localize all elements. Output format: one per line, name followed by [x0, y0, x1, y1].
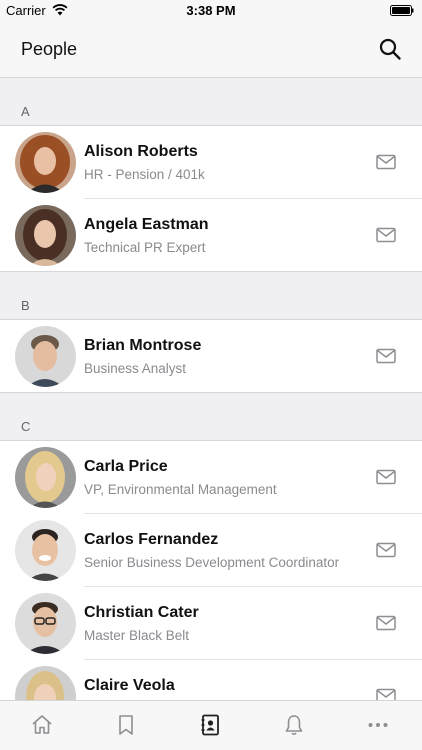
people-list[interactable]: A Alison Roberts HR - Pension / 401k Ang… — [0, 78, 422, 700]
mail-icon[interactable] — [376, 348, 396, 364]
person-name: Carla Price — [84, 458, 168, 475]
avatar — [15, 666, 76, 700]
person-role: HR - Pension / 401k — [84, 167, 205, 182]
mail-icon[interactable] — [376, 154, 396, 170]
person-name: Brian Montrose — [84, 337, 202, 354]
battery-icon — [390, 5, 414, 16]
person-row[interactable]: Christian Cater Master Black Belt — [0, 587, 422, 660]
person-name: Christian Cater — [84, 604, 199, 621]
avatar — [15, 132, 76, 193]
section-letter: A — [21, 104, 31, 119]
tab-contacts[interactable] — [168, 701, 252, 750]
person-role: Business Analyst — [84, 361, 187, 376]
home-icon — [32, 715, 52, 734]
person-name: Claire Veola — [84, 677, 175, 694]
avatar — [15, 447, 76, 508]
more-icon — [368, 723, 388, 727]
avatar — [15, 205, 76, 266]
mail-icon[interactable] — [376, 542, 396, 558]
page-title: People — [21, 39, 78, 59]
bell-icon — [285, 715, 303, 736]
bookmark-icon — [119, 715, 133, 735]
mail-icon[interactable] — [376, 469, 396, 485]
clock: 3:38 PM — [186, 3, 236, 18]
mail-icon[interactable] — [376, 615, 396, 631]
person-row[interactable]: Alison Roberts HR - Pension / 401k — [0, 126, 422, 199]
section-header: C — [0, 393, 422, 441]
person-role: Master Black Belt — [84, 628, 190, 643]
person-row[interactable]: Brian Montrose Business Analyst — [0, 320, 422, 393]
section-letter: C — [21, 419, 31, 434]
avatar — [15, 593, 76, 654]
person-role: VP, Environmental Management — [84, 482, 277, 497]
person-name: Carlos Fernandez — [84, 531, 219, 548]
section-header: B — [0, 272, 422, 320]
person-role: Technical PR Expert — [84, 240, 206, 255]
person-row[interactable]: Angela Eastman Technical PR Expert — [0, 199, 422, 272]
navigation-bar: People — [0, 22, 422, 78]
section-letter: B — [21, 298, 31, 313]
tab-bar — [0, 700, 422, 750]
person-name: Alison Roberts — [84, 143, 198, 160]
tab-more[interactable] — [336, 701, 420, 750]
person-row[interactable]: Claire Veola — [0, 660, 422, 700]
contacts-icon — [201, 714, 219, 736]
avatar — [15, 326, 76, 387]
person-name: Angela Eastman — [84, 216, 209, 233]
mail-icon[interactable] — [376, 688, 396, 700]
avatar — [15, 520, 76, 581]
search-icon[interactable] — [378, 37, 402, 61]
tab-notifications[interactable] — [252, 701, 336, 750]
mail-icon[interactable] — [376, 227, 396, 243]
person-role: Senior Business Development Coordinator — [84, 555, 340, 570]
section-header: A — [0, 78, 422, 126]
person-row[interactable]: Carla Price VP, Environmental Management — [0, 441, 422, 514]
tab-bookmarks[interactable] — [84, 701, 168, 750]
status-bar: Carrier 3:38 PM — [0, 0, 422, 22]
person-row[interactable]: Carlos Fernandez Senior Business Develop… — [0, 514, 422, 587]
tab-home[interactable] — [0, 701, 84, 750]
